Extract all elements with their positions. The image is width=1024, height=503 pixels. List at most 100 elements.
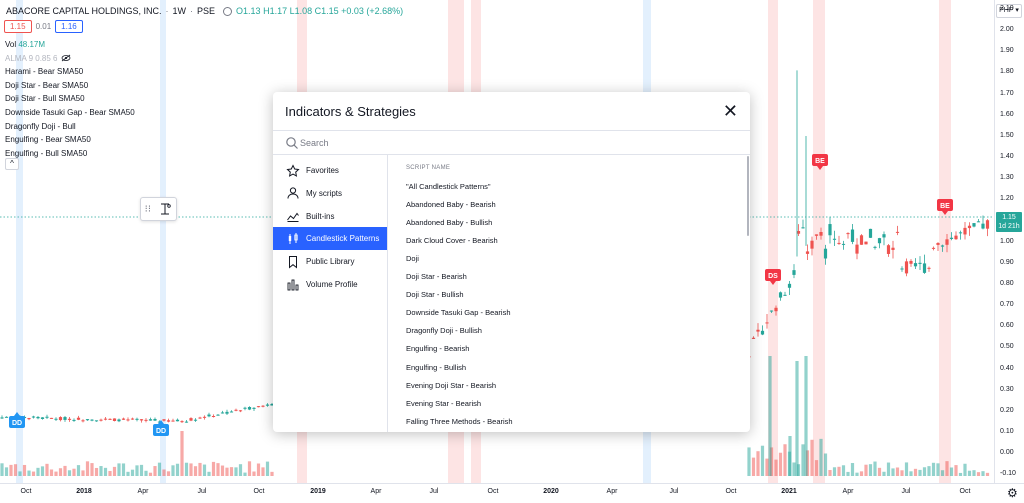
volume-bar <box>220 465 225 476</box>
candle-body <box>891 247 895 250</box>
symbol-title[interactable]: ABACORE CAPITAL HOLDINGS, INC. <box>6 6 162 16</box>
candle-body <box>922 263 927 273</box>
interval-label[interactable]: 1W <box>173 6 187 16</box>
sidebar-item-candlestick-patterns[interactable]: Candlestick Patterns <box>273 227 387 251</box>
drawing-toolbar-handle[interactable]: ⁝⁝ <box>140 197 177 221</box>
script-list-item[interactable]: Engulfing - Bullish <box>406 363 466 372</box>
sidebar-item-public-library[interactable]: Public Library <box>273 250 387 273</box>
script-list-item[interactable]: Doji Star - Bearish <box>406 272 467 281</box>
script-list-item[interactable]: "All Candlestick Patterns" <box>406 182 491 191</box>
candle-body <box>144 419 148 421</box>
volume-legend[interactable]: Vol 48.17M <box>5 38 135 52</box>
sidebar-item-my-scripts[interactable]: My scripts <box>273 182 387 205</box>
volume-bar <box>832 467 837 476</box>
time-tick-label: Jul <box>429 488 439 495</box>
price-tick-label: 0.90 <box>1000 258 1014 266</box>
price-tick-label: 0.20 <box>1000 406 1014 414</box>
candle-body <box>981 223 985 229</box>
user-icon <box>286 186 300 200</box>
pattern-highlight-band <box>160 0 166 483</box>
volume-bar <box>873 461 877 476</box>
close-icon[interactable]: ✕ <box>723 102 738 120</box>
buy-price-button[interactable]: 1.16 <box>55 20 83 33</box>
volume-bar <box>795 361 799 476</box>
pattern-study-items: Harami - Bear SMA50 Doji Star - Bear SMA5… <box>5 65 135 160</box>
alma-legend[interactable]: ALMA 9 0.85 6 <box>5 52 135 66</box>
time-tick-label: Apr <box>842 488 854 495</box>
sell-price-button[interactable]: 1.15 <box>4 20 32 33</box>
volume-bar <box>49 469 54 476</box>
script-list-item[interactable]: Dragonfly Doji - Bullish <box>406 326 482 335</box>
candle-body <box>27 418 31 420</box>
price-tick-label: 0.40 <box>1000 364 1014 372</box>
script-list-item[interactable]: Doji Star - Bullish <box>406 290 464 299</box>
candle-body <box>85 419 90 421</box>
chart-settings-gear-icon[interactable]: ⚙ <box>1007 486 1018 500</box>
volume-bar <box>243 472 247 476</box>
volume-bar <box>904 462 909 476</box>
price-tick-label: 1.20 <box>1000 195 1014 203</box>
volume-bar <box>804 356 808 476</box>
time-axis[interactable] <box>0 483 1024 503</box>
sidebar-item-favorites[interactable]: Favorites <box>273 159 387 182</box>
script-list[interactable]: SCRIPT NAME "All Candlestick Patterns" Ab… <box>388 155 750 432</box>
volume-bar <box>949 467 954 476</box>
study-legend-item[interactable]: Doji Star - Bull SMA50 <box>5 92 135 106</box>
volume-bar <box>4 467 9 476</box>
candle-body <box>954 235 958 240</box>
script-list-item[interactable]: Evening Doji Star - Bearish <box>406 381 496 390</box>
hidden-eye-icon[interactable] <box>61 54 71 62</box>
drag-dots-icon[interactable]: ⁝⁝ <box>145 204 151 215</box>
scrollbar[interactable] <box>747 156 749 236</box>
study-legend-item[interactable]: Dragonfly Doji - Bull <box>5 120 135 134</box>
volume-bar <box>9 464 13 476</box>
candle-body <box>81 420 85 422</box>
volume-bar <box>751 457 756 476</box>
star-icon <box>286 163 300 178</box>
volume-bar <box>234 467 238 476</box>
bookmark-icon <box>286 255 300 269</box>
volume-bar <box>265 461 270 476</box>
volume-bar <box>202 464 207 476</box>
search-input[interactable] <box>300 134 720 152</box>
volume-bar <box>85 461 90 476</box>
candle-body <box>207 414 211 417</box>
volume-bar <box>913 468 918 476</box>
volume-bar <box>229 467 234 476</box>
candle-body <box>216 414 220 416</box>
study-legend-item[interactable]: Harami - Bear SMA50 <box>5 65 135 79</box>
script-list-item[interactable]: Abandoned Baby - Bearish <box>406 200 496 209</box>
study-legend-item[interactable]: Downside Tasuki Gap - Bear SMA50 <box>5 106 135 120</box>
chart-header: ABACORE CAPITAL HOLDINGS, INC. · 1W · PS… <box>6 6 404 16</box>
volume-bar <box>189 463 193 476</box>
spread-value: 0.01 <box>35 22 52 31</box>
pattern-marker[interactable]: DD <box>153 420 169 436</box>
candle-body <box>238 410 243 412</box>
candle-body <box>54 418 58 420</box>
study-legend-item[interactable]: Engulfing - Bear SMA50 <box>5 133 135 147</box>
script-list-item[interactable]: Dark Cloud Cover - Bearish <box>406 236 498 245</box>
candle-body <box>261 405 265 407</box>
script-list-item[interactable]: Engulfing - Bearish <box>406 344 469 353</box>
volume-bar <box>828 470 832 476</box>
volume-bar <box>972 470 976 476</box>
candle-body <box>112 418 117 421</box>
script-list-item[interactable]: Downside Tasuki Gap - Bearish <box>406 308 511 317</box>
script-list-item[interactable]: Evening Star - Bearish <box>406 399 481 408</box>
study-legend-item[interactable]: Engulfing - Bull SMA50 <box>5 147 135 161</box>
script-list-item[interactable]: Abandoned Baby - Bullish <box>406 218 492 227</box>
collapse-legend-button[interactable]: ^ <box>5 158 19 170</box>
sidebar-item-volume-profile[interactable]: Volume Profile <box>273 273 387 296</box>
candle-body <box>886 245 891 254</box>
script-list-item[interactable]: Doji <box>406 254 419 263</box>
volume-bar <box>891 468 895 476</box>
script-list-item[interactable]: Falling Three Methods - Bearish <box>406 417 513 426</box>
candle-body <box>175 419 180 422</box>
candle-body <box>913 263 918 267</box>
sidebar-item-built-ins[interactable]: Built-ins <box>273 205 387 228</box>
candle-body <box>121 418 126 420</box>
study-legend-item[interactable]: Doji Star - Bear SMA50 <box>5 79 135 93</box>
candle-body <box>180 421 184 423</box>
measure-icon[interactable] <box>158 202 172 216</box>
pattern-marker[interactable]: DS <box>765 269 781 285</box>
